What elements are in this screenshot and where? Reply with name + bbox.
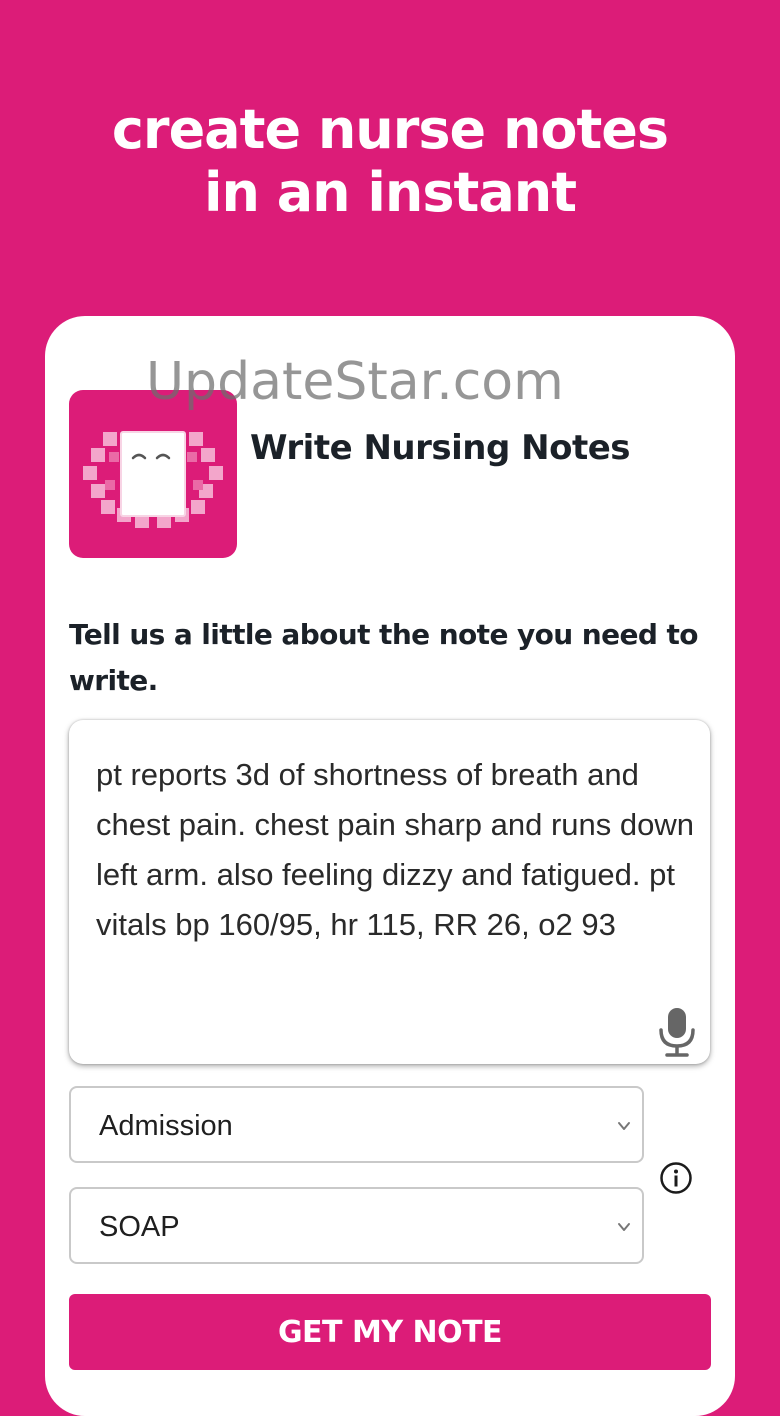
- headline-line-2: in an instant: [203, 161, 577, 224]
- app-title: Write Nursing Notes: [250, 428, 631, 468]
- get-my-note-button[interactable]: GET MY NOTE: [69, 1294, 711, 1370]
- note-format-value: SOAP: [99, 1211, 180, 1243]
- microphone-icon[interactable]: [654, 1006, 700, 1058]
- headline-line-1: create nurse notes: [111, 98, 669, 161]
- note-input[interactable]: pt reports 3d of shortness of breath and…: [69, 720, 710, 1064]
- chevron-down-icon: [618, 1122, 630, 1130]
- note-type-select[interactable]: Admission: [69, 1086, 644, 1163]
- chevron-down-icon: [618, 1223, 630, 1231]
- watermark: UpdateStar.com: [146, 352, 564, 412]
- prompt-label: Tell us a little about the note you need…: [69, 618, 699, 697]
- note-type-value: Admission: [99, 1110, 233, 1142]
- note-text[interactable]: pt reports 3d of shortness of breath and…: [96, 750, 696, 950]
- smiling-notepad-icon: [69, 390, 237, 558]
- info-icon[interactable]: [659, 1161, 693, 1195]
- note-card: Write Nursing Notes Tell us a little abo…: [45, 316, 735, 1416]
- note-format-select[interactable]: SOAP: [69, 1187, 644, 1264]
- headline: create nurse notes in an instant: [0, 98, 780, 224]
